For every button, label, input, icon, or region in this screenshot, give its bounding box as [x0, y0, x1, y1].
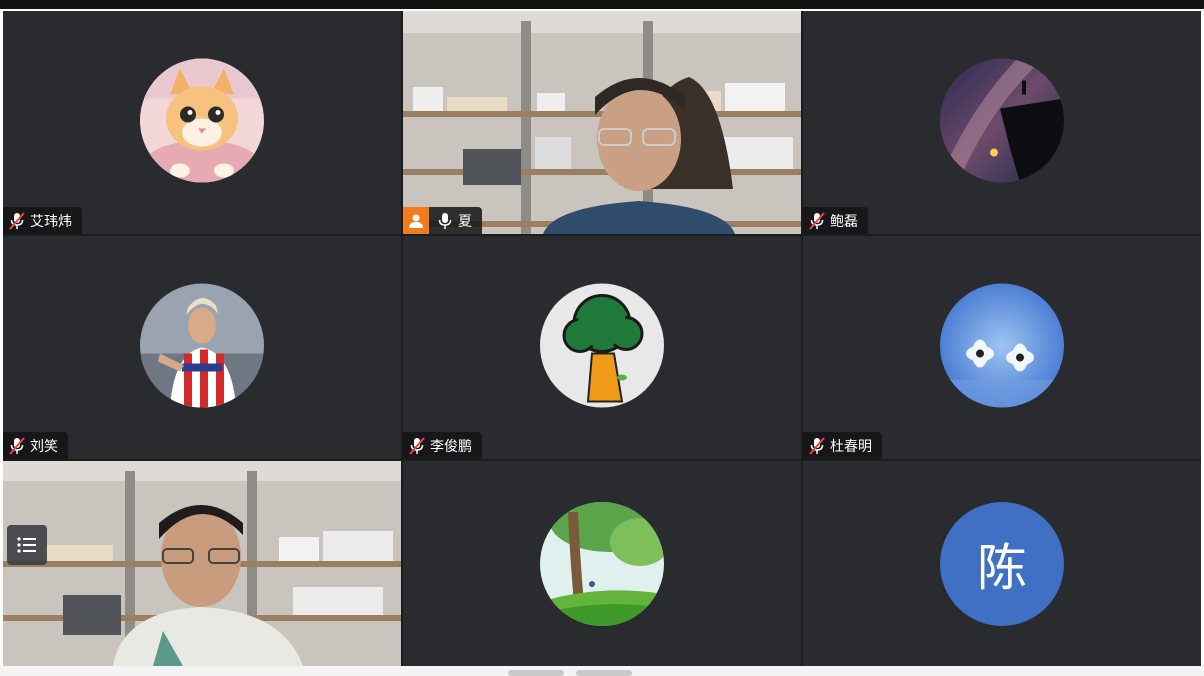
list-icon [17, 537, 36, 553]
meadow-tree-illustration-icon [540, 501, 664, 626]
mic-muted-icon[interactable] [809, 211, 825, 230]
mic-muted-icon[interactable] [9, 436, 25, 455]
participant-name-bar: 鲍磊 [803, 207, 868, 234]
avatar [540, 501, 664, 626]
participant-tile[interactable]: 李俊鹏 [403, 236, 801, 459]
participant-name: 李俊鹏 [430, 437, 472, 454]
participant-name: 艾玮炜 [30, 212, 72, 229]
milky-way-photo-icon [940, 58, 1064, 183]
participant-name: 杜春明 [830, 437, 872, 454]
window-top-bar [0, 0, 1204, 9]
participant-tile[interactable]: 杜春明 [803, 236, 1201, 459]
avatar-letter: 陈 [940, 501, 1064, 626]
participant-name-bar: 刘笑 [3, 432, 68, 459]
participant-tile[interactable]: 艾玮炜 [3, 11, 401, 234]
person-icon [409, 214, 423, 228]
participant-name: 鲍磊 [830, 212, 858, 229]
participant-name: 夏 [458, 212, 472, 229]
tree-cartoon-icon [540, 283, 664, 408]
bottom-toolbar [0, 666, 1204, 676]
avatar [140, 283, 264, 408]
video-feed [403, 11, 801, 234]
participant-name: 刘笑 [30, 437, 58, 454]
participant-tile[interactable]: 陈 [803, 461, 1201, 666]
participant-name-bar: 艾玮炜 [3, 207, 82, 234]
video-grid: 艾玮炜 夏 鲍磊 刘笑 李俊鹏 杜春明 陈 [3, 11, 1201, 666]
participant-tile[interactable]: 刘笑 [3, 236, 401, 459]
soccer-player-photo-icon [140, 283, 264, 408]
toolbar-button[interactable] [508, 670, 564, 676]
participant-name-bar: 李俊鹏 [403, 432, 482, 459]
avatar [140, 58, 264, 183]
host-badge [403, 207, 429, 234]
flowers-photo-icon [940, 283, 1064, 408]
participant-name-bar: 杜春明 [803, 432, 882, 459]
mic-muted-icon[interactable] [409, 436, 425, 455]
avatar [940, 58, 1064, 183]
mic-muted-icon[interactable] [809, 436, 825, 455]
participant-name-bar: 夏 [403, 207, 482, 234]
mic-icon[interactable] [437, 212, 453, 230]
mic-muted-icon[interactable] [9, 211, 25, 230]
avatar [540, 283, 664, 408]
video-feed [3, 461, 401, 666]
participant-tile[interactable]: 夏 [403, 11, 801, 234]
participant-list-button[interactable] [7, 525, 47, 565]
avatar [940, 283, 1064, 408]
participant-tile[interactable]: 鲍磊 [803, 11, 1201, 234]
toolbar-button[interactable] [576, 670, 632, 676]
participant-tile-active-speaker[interactable] [3, 461, 401, 666]
cat-photo-icon [140, 58, 264, 183]
participant-tile[interactable] [403, 461, 801, 666]
